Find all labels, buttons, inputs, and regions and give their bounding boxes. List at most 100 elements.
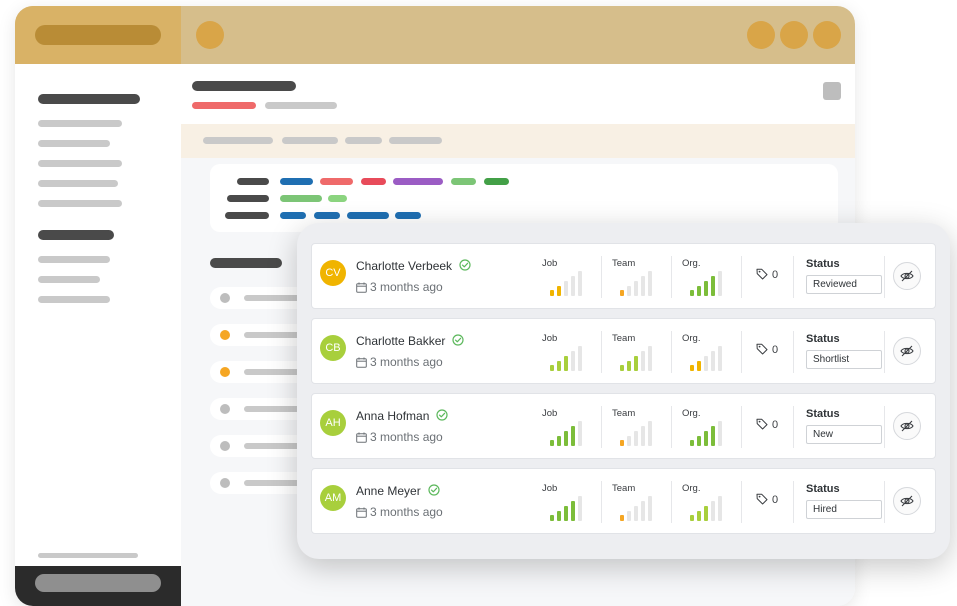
filter-chip[interactable] — [282, 137, 338, 144]
team-match-metric: Team — [612, 483, 670, 523]
sidebar-footer-button[interactable] — [35, 574, 161, 592]
applied-time: 3 months ago — [356, 355, 443, 369]
signal-bar — [564, 356, 568, 371]
signal-bar — [550, 365, 554, 371]
check-circle-icon — [452, 334, 464, 349]
sidebar-item-placeholder[interactable] — [38, 120, 122, 127]
status-dot — [220, 478, 230, 488]
signal-bar — [711, 426, 715, 446]
check-circle-icon — [459, 259, 471, 274]
candidate-name-line[interactable]: Anne Meyer — [356, 484, 440, 499]
team-signal-bars — [620, 343, 666, 371]
status-select[interactable]: New — [806, 425, 882, 444]
sidebar-item-placeholder[interactable] — [38, 200, 122, 207]
sidebar-item-placeholder[interactable] — [38, 296, 110, 303]
tag-blue[interactable] — [347, 212, 389, 219]
signal-bar — [690, 365, 694, 371]
status-select[interactable]: Hired — [806, 500, 882, 519]
candidate-name[interactable]: Charlotte Verbeek — [356, 259, 452, 273]
signal-bar — [704, 506, 708, 521]
calendar-icon — [356, 355, 370, 369]
signal-bar — [578, 421, 582, 446]
tag-blue[interactable] — [280, 212, 306, 219]
signal-bar — [697, 286, 701, 296]
candidate-name-line[interactable]: Anna Hofman — [356, 409, 448, 424]
divider — [601, 331, 602, 373]
tags-count-value: 0 — [772, 269, 779, 281]
status-dot — [220, 367, 230, 377]
tag-green[interactable] — [328, 195, 347, 202]
signal-bar — [634, 356, 638, 371]
signal-bar — [627, 511, 631, 521]
sidebar-item-placeholder[interactable] — [38, 256, 110, 263]
signal-bar — [711, 351, 715, 371]
tag-green[interactable] — [484, 178, 509, 185]
page-subtitle-accent — [192, 102, 256, 109]
tag-red[interactable] — [320, 178, 353, 185]
tags-count[interactable]: 0 — [756, 418, 778, 431]
status-label: Status — [806, 258, 840, 270]
filter-chip[interactable] — [345, 137, 382, 144]
job-signal-bars — [550, 343, 596, 371]
candidate-name[interactable]: Anne Meyer — [356, 484, 421, 498]
hide-candidate-button[interactable] — [893, 412, 921, 440]
avatar: AM — [320, 485, 346, 511]
hide-candidate-button[interactable] — [893, 487, 921, 515]
tag-blue[interactable] — [280, 178, 313, 185]
status-dot — [220, 330, 230, 340]
tag-purple[interactable] — [393, 178, 443, 185]
tag-blue[interactable] — [314, 212, 340, 219]
window-control-button-1[interactable] — [747, 21, 775, 49]
titlebar-circle-button[interactable] — [196, 21, 224, 49]
sidebar-item-placeholder[interactable] — [38, 140, 110, 147]
divider — [741, 481, 742, 523]
window-control-button-2[interactable] — [780, 21, 808, 49]
job-signal-bars — [550, 493, 596, 521]
candidate-name[interactable]: Anna Hofman — [356, 409, 429, 423]
candidate-name-line[interactable]: Charlotte Verbeek — [356, 259, 471, 274]
window-control-button-3[interactable] — [813, 21, 841, 49]
applied-time-text: 3 months ago — [370, 355, 443, 369]
sidebar-item-placeholder[interactable] — [38, 160, 122, 167]
candidate-row[interactable]: CB Charlotte Bakker 3 months ago Job Tea… — [311, 318, 936, 384]
candidate-row[interactable]: CV Charlotte Verbeek 3 months ago Job Te… — [311, 243, 936, 309]
candidate-name[interactable]: Charlotte Bakker — [356, 334, 445, 348]
signal-bar — [571, 501, 575, 521]
signal-bar — [697, 361, 701, 371]
hide-candidate-button[interactable] — [893, 262, 921, 290]
tag-blue[interactable] — [395, 212, 421, 219]
candidate-name-line[interactable]: Charlotte Bakker — [356, 334, 464, 349]
tags-count[interactable]: 0 — [756, 343, 778, 356]
status-label: Status — [806, 333, 840, 345]
status-select[interactable]: Reviewed — [806, 275, 882, 294]
org-match-metric: Org. — [682, 408, 740, 448]
candidate-row[interactable]: AM Anne Meyer 3 months ago Job Team Org.… — [311, 468, 936, 534]
signal-bar — [711, 276, 715, 296]
status-select[interactable]: Shortlist — [806, 350, 882, 369]
status-dot — [220, 404, 230, 414]
tags-count[interactable]: 0 — [756, 268, 778, 281]
sidebar-item-placeholder[interactable] — [38, 276, 100, 283]
divider — [884, 256, 885, 298]
divider — [671, 331, 672, 373]
tag-red[interactable] — [361, 178, 386, 185]
tag-row-label — [227, 195, 269, 202]
signal-bar — [564, 431, 568, 446]
tag-green[interactable] — [451, 178, 476, 185]
signal-bar — [627, 361, 631, 371]
header-action-button[interactable] — [823, 82, 841, 100]
filter-chip[interactable] — [203, 137, 273, 144]
divider — [793, 481, 794, 523]
team-match-metric: Team — [612, 408, 670, 448]
candidate-row[interactable]: AH Anna Hofman 3 months ago Job Team Org… — [311, 393, 936, 459]
tags-count[interactable]: 0 — [756, 493, 778, 506]
divider — [601, 481, 602, 523]
filter-chip[interactable] — [389, 137, 442, 144]
sidebar-item-placeholder[interactable] — [38, 180, 118, 187]
tag-icon — [756, 493, 772, 506]
signal-bar — [641, 276, 645, 296]
hide-candidate-button[interactable] — [893, 337, 921, 365]
tag-green[interactable] — [280, 195, 322, 202]
job-signal-bars — [550, 268, 596, 296]
signal-bar — [571, 351, 575, 371]
